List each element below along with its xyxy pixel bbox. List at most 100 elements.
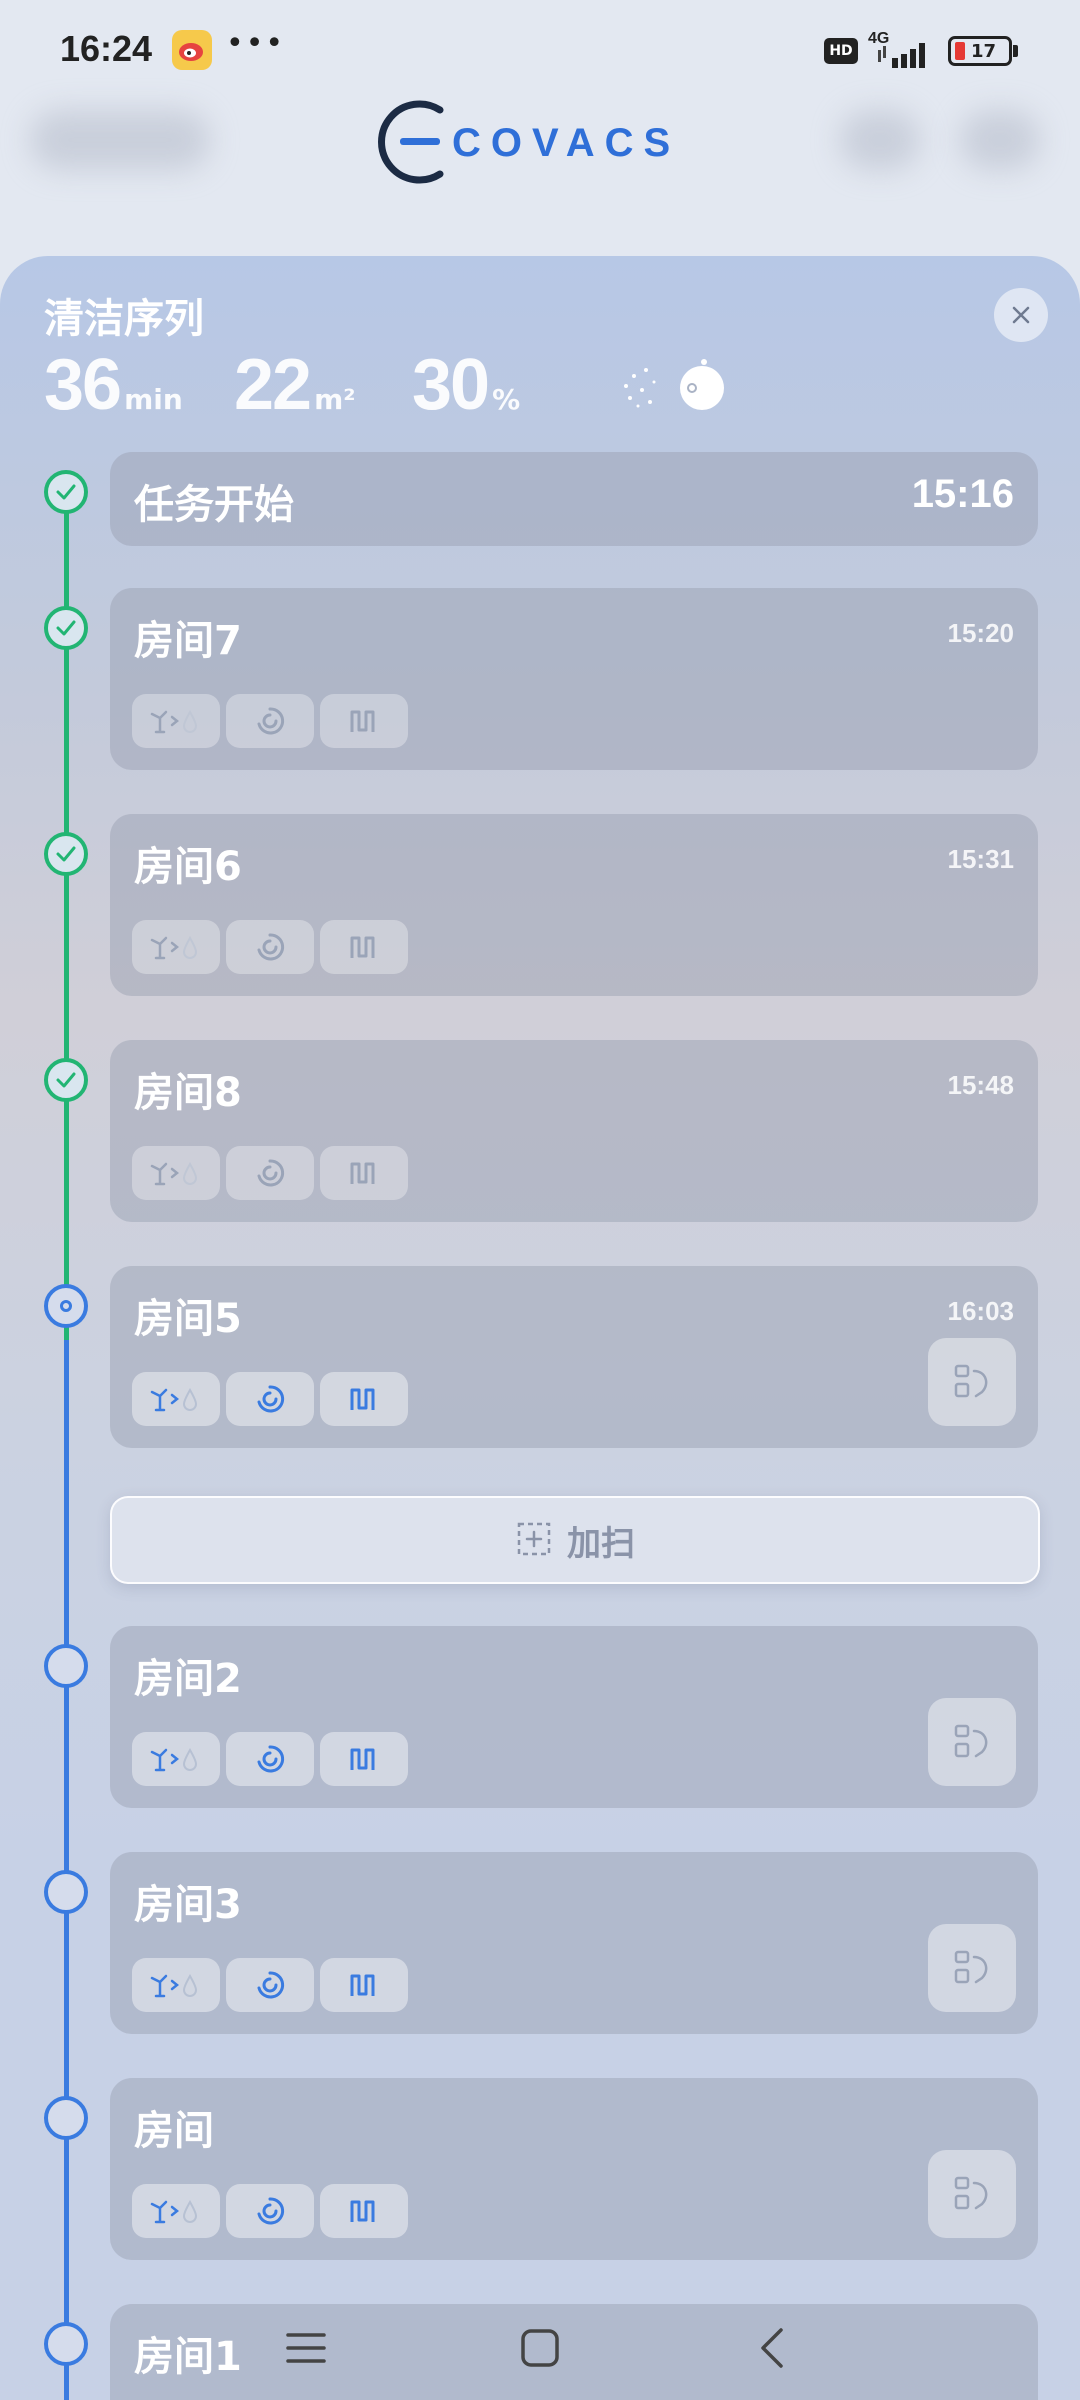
path-pattern-icon [350, 1162, 375, 1184]
room-title: 房间3 [134, 1882, 242, 1928]
task-time: 15:16 [911, 472, 1014, 516]
room-title: 房间7 [134, 618, 242, 664]
edit-area-icon [954, 2176, 988, 2210]
back-icon [761, 2328, 783, 2368]
room-title: 房间6 [134, 844, 242, 890]
room-card[interactable]: 房间7 15:20 [110, 588, 1038, 770]
suction-icon [257, 1159, 285, 1187]
stat-duration: 36 min [44, 345, 183, 425]
edit-area-button[interactable] [928, 1698, 1016, 1786]
room-card[interactable]: 房间5 16:03 [110, 1266, 1038, 1448]
suction-chip[interactable] [226, 920, 314, 974]
timeline-node-pending [44, 1870, 88, 1914]
path-pattern-icon [350, 936, 375, 958]
suction-icon [257, 933, 285, 961]
mop-water-icon [150, 1387, 198, 1412]
close-button[interactable] [994, 288, 1048, 342]
mop-water-chip[interactable] [132, 1146, 220, 1200]
sheet-title: 清洁序列 [44, 296, 204, 342]
svg-text:COVACS: COVACS [452, 121, 680, 165]
mop-water-chip[interactable] [132, 1372, 220, 1426]
path-pattern-icon [350, 710, 375, 732]
room-time: 15:20 [947, 618, 1015, 648]
edit-area-button[interactable] [928, 1338, 1016, 1426]
check-icon [56, 846, 76, 862]
timeline-node-current [44, 1284, 88, 1328]
home-icon [521, 2329, 559, 2367]
task-start-card: 任务开始 15:16 [110, 452, 1038, 546]
weibo-icon [172, 30, 212, 70]
edit-area-button[interactable] [928, 1924, 1016, 2012]
nav-home-button[interactable] [510, 2318, 570, 2378]
suction-chip[interactable] [226, 2184, 314, 2238]
room-title: 房间2 [134, 1656, 242, 1702]
cleaning-sequence-sheet: 清洁序列 36 min 22 m² 30% 任务开始 15:16 房间7 15:20 [0, 256, 1080, 2400]
mop-water-chip[interactable] [132, 1958, 220, 2012]
path-pattern-chip[interactable] [320, 920, 408, 974]
path-pattern-chip[interactable] [320, 1732, 408, 1786]
room-title: 房间8 [134, 1070, 242, 1116]
timeline-node-pending [44, 2096, 88, 2140]
suction-chip[interactable] [226, 1958, 314, 2012]
robot-vacuum-icon [624, 359, 724, 410]
path-pattern-chip[interactable] [320, 2184, 408, 2238]
signal-icon [878, 43, 925, 68]
mop-water-chip[interactable] [132, 2184, 220, 2238]
suction-chip[interactable] [226, 1372, 314, 1426]
room-card[interactable]: 房间8 15:48 [110, 1040, 1038, 1222]
path-pattern-chip[interactable] [320, 1146, 408, 1200]
suction-icon [257, 1971, 285, 1999]
mop-water-chip[interactable] [132, 1732, 220, 1786]
room-settings-chips [132, 920, 408, 974]
task-title: 任务开始 [134, 482, 294, 528]
room-card[interactable]: 房间3 [110, 1852, 1038, 2034]
add-clean-button[interactable]: 加扫 [110, 1496, 1040, 1584]
menu-icon [286, 2333, 326, 2363]
close-icon [1012, 306, 1030, 324]
suction-chip[interactable] [226, 1732, 314, 1786]
path-pattern-icon [350, 1388, 375, 1410]
room-title: 房间5 [134, 1296, 242, 1342]
room-settings-chips [132, 2184, 408, 2238]
nav-menu-button[interactable] [276, 2318, 336, 2378]
room-settings-chips [132, 1372, 408, 1426]
path-pattern-chip[interactable] [320, 694, 408, 748]
room-time: 16:03 [947, 1296, 1015, 1326]
edit-area-icon [954, 1950, 988, 1984]
path-pattern-icon [350, 2200, 375, 2222]
mop-water-icon [150, 1161, 198, 1186]
nav-back-button[interactable] [742, 2318, 802, 2378]
stat-progress: 30% [412, 345, 521, 425]
edit-area-button[interactable] [928, 2150, 1016, 2238]
room-settings-chips [132, 1732, 408, 1786]
mop-water-icon [150, 1747, 198, 1772]
app-header: COVACS [0, 80, 1080, 200]
room-settings-chips [132, 1146, 408, 1200]
room-title: 房间 [134, 2108, 214, 2154]
add-clean-label: 加扫 [567, 1523, 635, 1564]
edit-area-icon [954, 1724, 988, 1758]
add-area-icon [517, 1522, 551, 1556]
check-icon [56, 484, 76, 500]
mop-water-chip[interactable] [132, 920, 220, 974]
timeline-node-done [44, 1058, 88, 1102]
path-pattern-icon [350, 1748, 375, 1770]
path-pattern-chip[interactable] [320, 1958, 408, 2012]
room-time: 15:48 [947, 1070, 1015, 1100]
check-icon [56, 1072, 76, 1088]
mop-water-icon [150, 2199, 198, 2224]
room-card[interactable]: 房间2 [110, 1626, 1038, 1808]
edit-area-icon [954, 1364, 988, 1398]
room-card[interactable]: 房间 [110, 2078, 1038, 2260]
status-more-dots: ••• [226, 26, 286, 61]
status-time: 16:24 [60, 28, 153, 69]
battery-level: 17 [971, 40, 997, 62]
path-pattern-chip[interactable] [320, 1372, 408, 1426]
suction-chip[interactable] [226, 1146, 314, 1200]
suction-chip[interactable] [226, 694, 314, 748]
room-card[interactable]: 房间6 15:31 [110, 814, 1038, 996]
mop-water-icon [150, 935, 198, 960]
mop-water-chip[interactable] [132, 694, 220, 748]
ecovacs-logo: COVACS [378, 100, 680, 184]
timeline-node-done [44, 470, 88, 514]
